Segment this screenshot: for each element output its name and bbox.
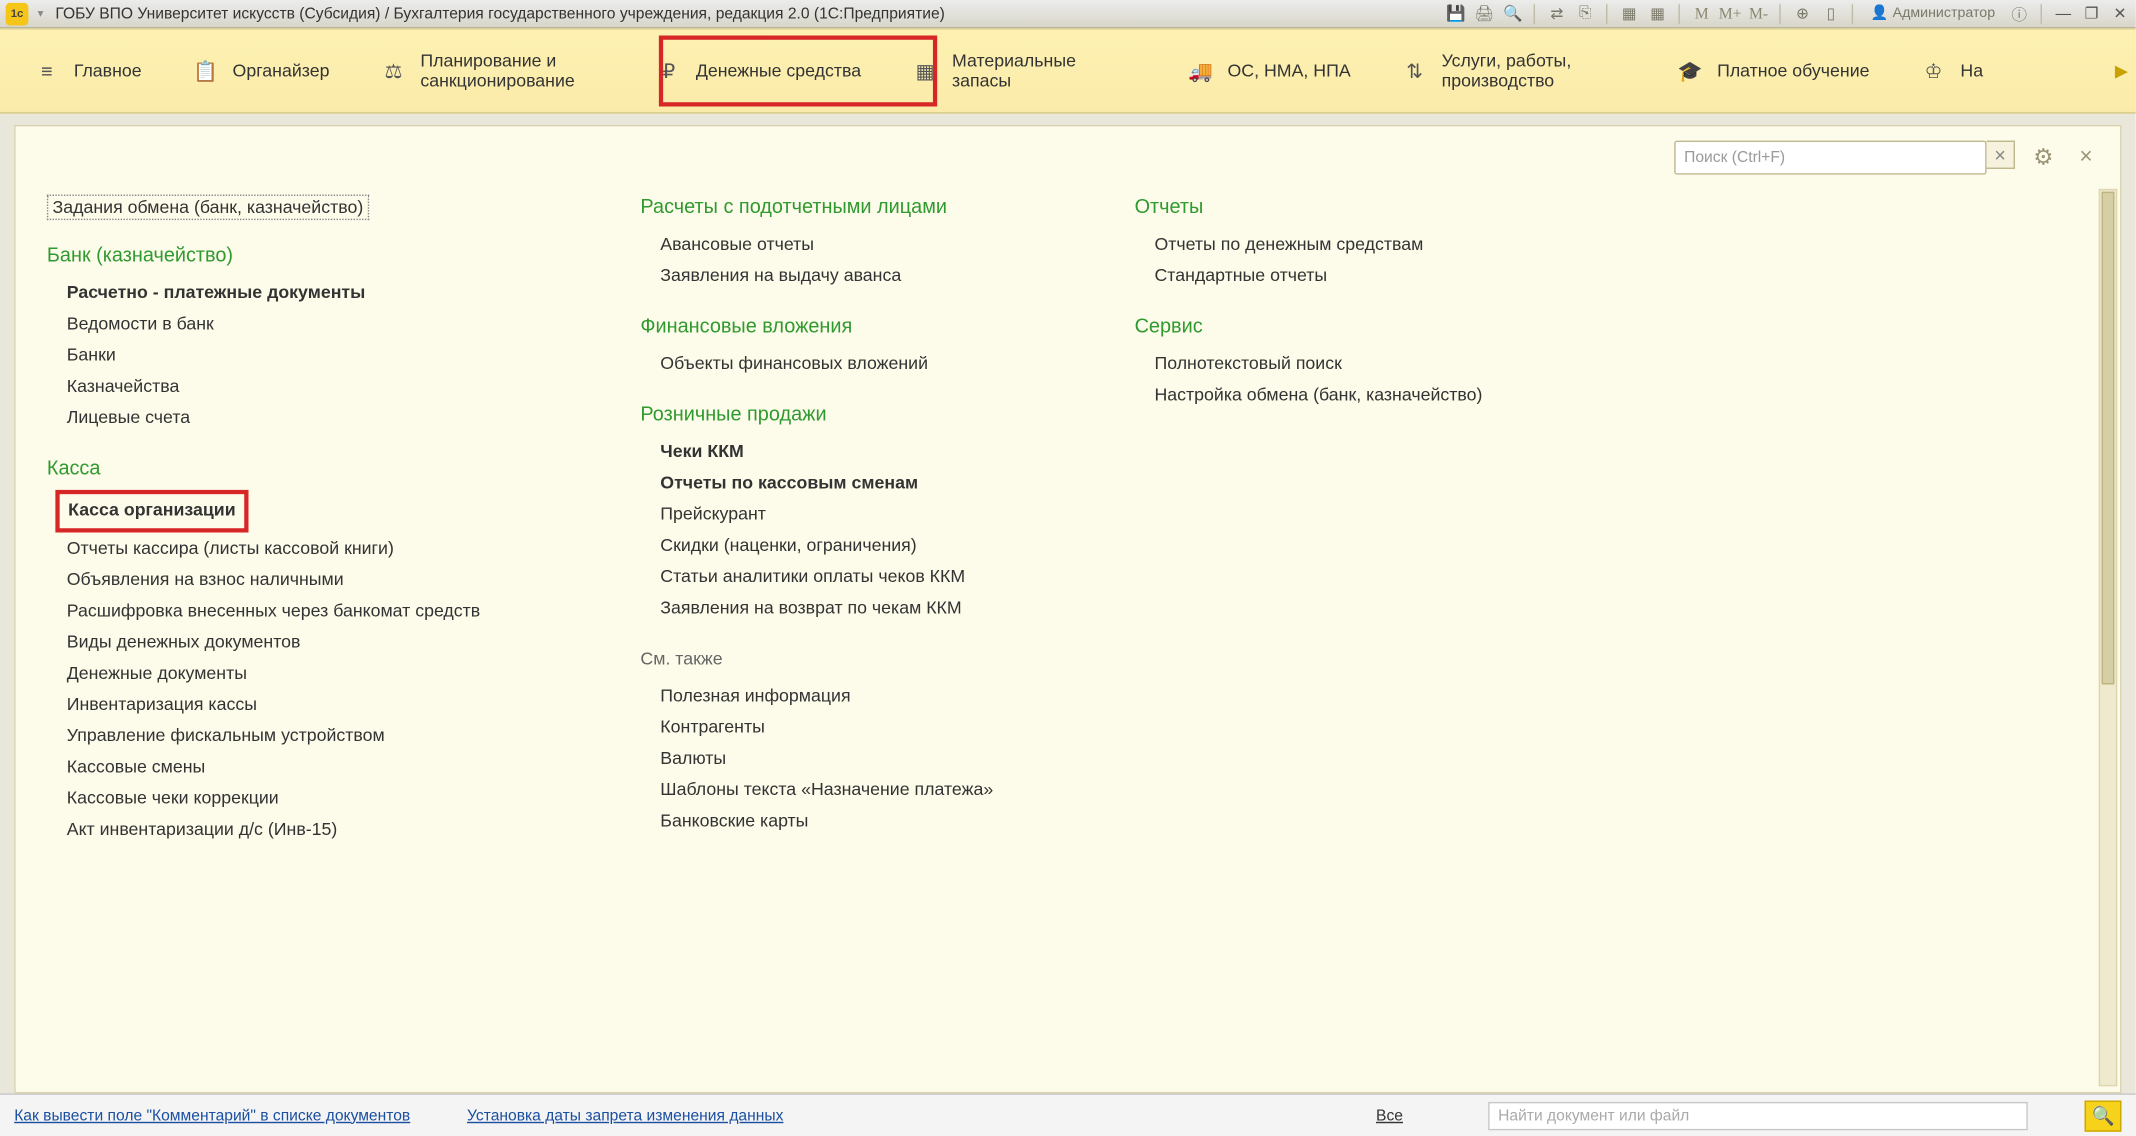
menu-link[interactable]: Банки	[67, 339, 573, 370]
menu-link[interactable]: Кассовые смены	[67, 751, 573, 782]
section-materials[interactable]: ▦ Материальные запасы	[887, 30, 1162, 112]
menu-link[interactable]: Авансовые отчеты	[660, 229, 1066, 260]
menu-link[interactable]: Расчетно - платежные документы	[67, 277, 573, 308]
menu-icon: ≡	[34, 58, 60, 84]
menu-link[interactable]: Валюты	[660, 743, 1066, 774]
global-search-input[interactable]: Найти документ или файл	[1488, 1101, 2028, 1129]
eagle-icon: ♔	[1921, 58, 1947, 84]
menu-link[interactable]: Банковские карты	[660, 805, 1066, 836]
section-services[interactable]: ⇅ Услуги, работы, производство	[1376, 30, 1651, 112]
ribbon-scroll-right[interactable]: ▶	[2110, 30, 2133, 112]
print-icon[interactable]: 🖨	[1475, 4, 1495, 24]
menu-link[interactable]: Отчеты кассира (листы кассовой книги)	[67, 533, 573, 564]
global-search-button[interactable]: 🔍	[2085, 1100, 2122, 1131]
gear-icon[interactable]: ⚙	[2029, 143, 2057, 171]
section-planning[interactable]: ⚖ Планирование и санкционирование	[355, 30, 630, 112]
titlebar: 1c ▾ ГОБУ ВПО Университет искусств (Субс…	[0, 0, 2136, 28]
menu-link[interactable]: Инвентаризация кассы	[67, 689, 573, 720]
calc-icon[interactable]: ▦	[1619, 4, 1639, 24]
preview-icon[interactable]: 🔍	[1503, 4, 1523, 24]
menu-link[interactable]: Лицевые счета	[67, 402, 573, 433]
menu-link[interactable]: Отчеты по кассовым сменам	[660, 467, 1066, 498]
menu-link[interactable]: Полнотекстовый поиск	[1154, 348, 1560, 379]
ruble-icon: ₽	[656, 58, 682, 84]
m-plus-icon[interactable]: M+	[1720, 4, 1740, 24]
scrollbar-thumb[interactable]	[2102, 192, 2115, 684]
menu-link[interactable]: Касса организации	[67, 490, 573, 533]
menu-link[interactable]: Чеки ККМ	[660, 436, 1066, 467]
calendar-icon[interactable]: ▦	[1648, 4, 1668, 24]
menu-link[interactable]: Контрагенты	[660, 711, 1066, 742]
menu-link[interactable]: Кассовые чеки коррекции	[67, 782, 573, 813]
section-ribbon: ≡ Главное 📋 Органайзер ⚖ Планирование и …	[0, 28, 2136, 113]
menu-link[interactable]: Объекты финансовых вложений	[660, 348, 1066, 379]
menu-link[interactable]: Ведомости в банк	[67, 308, 573, 339]
dropdown-icon[interactable]: ▾	[34, 7, 47, 20]
help-link-2[interactable]: Установка даты запрета изменения данных	[467, 1107, 783, 1124]
search-clear-button[interactable]: ×	[1987, 141, 2015, 169]
menu-link[interactable]: Виды денежных документов	[67, 626, 573, 657]
menu-link[interactable]: Отчеты по денежным средствам	[1154, 229, 1560, 260]
menu-link[interactable]: Денежные документы	[67, 657, 573, 688]
truck-icon: 🚚	[1188, 58, 1214, 84]
exchange-tasks-link[interactable]: Задания обмена (банк, казначейство)	[47, 195, 369, 221]
section-accountable-head[interactable]: Расчеты с подотчетными лицами	[640, 195, 1066, 218]
menu-link[interactable]: Заявления на возврат по чекам ККМ	[660, 592, 1066, 623]
minimize-button[interactable]: —	[2053, 4, 2073, 24]
menu-link[interactable]: Прейскурант	[660, 498, 1066, 529]
graduation-icon: 🎓	[1677, 58, 1703, 84]
all-link[interactable]: Все	[1376, 1107, 1403, 1124]
panel-scrollbar[interactable]	[2099, 189, 2117, 1086]
section-organizer[interactable]: 📋 Органайзер	[167, 30, 355, 112]
section-retail-head[interactable]: Розничные продажи	[640, 402, 1066, 425]
m-icon[interactable]: M	[1692, 4, 1712, 24]
search-input[interactable]: Поиск (Ctrl+F)	[1674, 141, 1986, 175]
zoom-icon[interactable]: ⊕	[1793, 4, 1813, 24]
sliders-icon: ⇅	[1402, 58, 1428, 84]
section-investments-head[interactable]: Финансовые вложения	[640, 314, 1066, 337]
menu-link[interactable]: Стандартные отчеты	[1154, 260, 1560, 291]
section-next[interactable]: ♔ На	[1895, 30, 1989, 112]
highlight-box-kassa[interactable]: Касса организации	[55, 490, 248, 533]
section-money[interactable]: ₽ Денежные средства	[631, 30, 887, 112]
menu-link[interactable]: Настройка обмена (банк, казначейство)	[1154, 379, 1560, 410]
help-link-1[interactable]: Как вывести поле "Комментарий" в списке …	[14, 1107, 410, 1124]
menu-link[interactable]: Управление фискальным устройством	[67, 720, 573, 751]
m-minus-icon[interactable]: M-	[1749, 4, 1769, 24]
section-service-head[interactable]: Сервис	[1135, 314, 1561, 337]
menu-link[interactable]: Шаблоны текста «Назначение платежа»	[660, 774, 1066, 805]
section-reports-head[interactable]: Отчеты	[1135, 195, 1561, 218]
menu-link[interactable]: Объявления на взнос наличными	[67, 564, 573, 595]
bottom-bar: Как вывести поле "Комментарий" в списке …	[0, 1093, 2136, 1136]
compare-icon[interactable]: ⇄	[1547, 4, 1567, 24]
save-icon[interactable]: 💾	[1446, 4, 1466, 24]
planning-icon: ⚖	[381, 58, 407, 84]
window-title: ГОБУ ВПО Университет искусств (Субсидия)…	[55, 5, 944, 22]
close-button[interactable]: ✕	[2110, 4, 2130, 24]
see-also-label: См. также	[640, 649, 1066, 669]
section-main[interactable]: ≡ Главное	[9, 30, 168, 112]
section-assets[interactable]: 🚚 ОС, НМА, НПА	[1162, 30, 1376, 112]
menu-link[interactable]: Скидки (наценки, ограничения)	[660, 530, 1066, 561]
section-bank-head[interactable]: Банк (казначейство)	[47, 243, 572, 266]
user-label[interactable]: 👤Администратор	[1871, 6, 1995, 22]
close-panel-button[interactable]: ×	[2072, 143, 2100, 171]
menu-link[interactable]: Акт инвентаризации д/с (Инв-15)	[67, 814, 573, 845]
menu-link[interactable]: Казначейства	[67, 371, 573, 402]
user-icon: 👤	[1871, 6, 1889, 22]
menu-link[interactable]: Статьи аналитики оплаты чеков ККМ	[660, 561, 1066, 592]
section-cash-head[interactable]: Касса	[47, 456, 572, 479]
info-icon[interactable]: ⓘ	[2009, 4, 2029, 24]
book-icon[interactable]: ▯	[1821, 4, 1841, 24]
clipboard-icon: 📋	[193, 58, 219, 84]
maximize-button[interactable]: ❐	[2082, 4, 2102, 24]
menu-link[interactable]: Полезная информация	[660, 680, 1066, 711]
section-education[interactable]: 🎓 Платное обучение	[1652, 30, 1895, 112]
section-panel: Поиск (Ctrl+F) × ⚙ × Задания обмена (бан…	[14, 125, 2121, 1093]
menu-link[interactable]: Заявления на выдачу аванса	[660, 260, 1066, 291]
logo-1c-icon: 1c	[6, 2, 29, 25]
menu-link[interactable]: Расшифровка внесенных через банкомат сре…	[67, 595, 573, 626]
grid-icon: ▦	[912, 58, 938, 84]
copy-icon[interactable]: ⎘	[1575, 4, 1595, 24]
